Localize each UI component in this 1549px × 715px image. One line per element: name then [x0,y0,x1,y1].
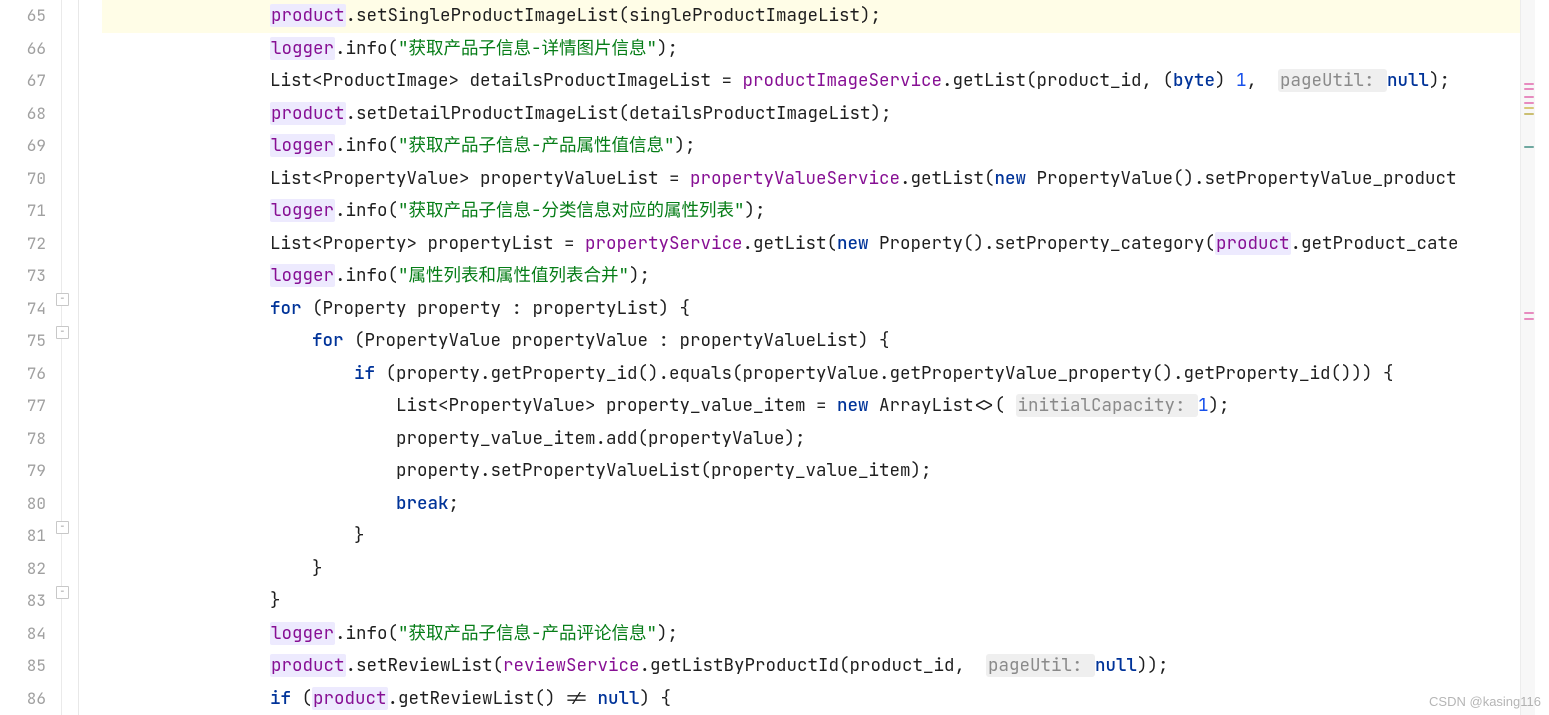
line-number: 84 [0,618,46,651]
code-line[interactable]: List<PropertyValue> property_value_item … [102,390,1535,423]
line-number: 69 [0,130,46,163]
fold-toggle-icon[interactable]: − [56,521,69,534]
line-number: 65 [0,0,46,33]
line-number: 83 [0,585,46,618]
code-line[interactable]: product.setSingleProductImageList(single… [102,0,1535,33]
line-number: 82 [0,553,46,586]
code-line[interactable]: logger.info("获取产品子信息-产品属性值信息"); [102,130,1535,163]
error-stripe-mark[interactable] [1524,312,1534,314]
fold-toggle-icon[interactable]: − [56,586,69,599]
code-line[interactable]: logger.info("获取产品子信息-产品评论信息"); [102,618,1535,651]
error-stripe[interactable] [1520,0,1535,715]
line-number: 67 [0,65,46,98]
error-stripe-mark[interactable] [1524,318,1534,320]
line-number: 79 [0,455,46,488]
error-stripe-mark[interactable] [1524,83,1534,85]
code-line[interactable]: property.setPropertyValueList(property_v… [102,455,1535,488]
code-line[interactable]: for (PropertyValue propertyValue : prope… [102,325,1535,358]
error-stripe-mark[interactable] [1524,88,1534,90]
line-number: 77 [0,390,46,423]
line-number: 70 [0,163,46,196]
line-number-gutter: 6566676869707172737475767778798081828384… [0,0,58,715]
code-line[interactable]: product.setReviewList(reviewService.getL… [102,650,1535,683]
margin-rule [78,0,79,715]
code-line[interactable]: property_value_item.add(propertyValue); [102,423,1535,456]
code-line[interactable]: List<Property> propertyList = propertySe… [102,228,1535,261]
line-number: 73 [0,260,46,293]
error-stripe-mark[interactable] [1524,102,1534,104]
line-number: 80 [0,488,46,521]
code-line[interactable]: } [102,585,1535,618]
line-number: 75 [0,325,46,358]
line-number: 76 [0,358,46,391]
line-number: 68 [0,98,46,131]
line-number: 81 [0,520,46,553]
line-number: 78 [0,423,46,456]
error-stripe-mark[interactable] [1524,146,1534,148]
fold-guide-line [61,0,62,715]
line-number: 86 [0,683,46,715]
code-line[interactable]: logger.info("属性列表和属性值列表合并"); [102,260,1535,293]
fold-toggle-icon[interactable]: − [56,326,69,339]
code-line[interactable]: product.setDetailProductImageList(detail… [102,98,1535,131]
code-line[interactable]: for (Property property : propertyList) { [102,293,1535,326]
code-editor[interactable]: 6566676869707172737475767778798081828384… [0,0,1535,715]
line-number: 74 [0,293,46,326]
code-line[interactable]: logger.info("获取产品子信息-详情图片信息"); [102,33,1535,66]
code-line[interactable]: break; [102,488,1535,521]
code-line[interactable]: List<ProductImage> detailsProductImageLi… [102,65,1535,98]
code-line[interactable]: List<PropertyValue> propertyValueList = … [102,163,1535,196]
code-line[interactable]: } [102,553,1535,586]
line-number: 66 [0,33,46,66]
editor-margin [72,0,90,715]
line-number: 71 [0,195,46,228]
code-line[interactable]: logger.info("获取产品子信息-分类信息对应的属性列表"); [102,195,1535,228]
code-line[interactable]: if (product.getReviewList() != null) { [102,683,1535,715]
fold-toggle-icon[interactable]: − [56,293,69,306]
code-line[interactable]: } [102,520,1535,553]
fold-column[interactable]: − − − − [58,0,72,715]
code-area[interactable]: product.setSingleProductImageList(single… [90,0,1535,715]
error-stripe-mark[interactable] [1524,107,1534,109]
error-stripe-mark[interactable] [1524,96,1534,98]
code-line[interactable]: if (property.getProperty_id().equals(pro… [102,358,1535,391]
error-stripe-mark[interactable] [1524,113,1534,115]
line-number: 85 [0,650,46,683]
line-number: 72 [0,228,46,261]
